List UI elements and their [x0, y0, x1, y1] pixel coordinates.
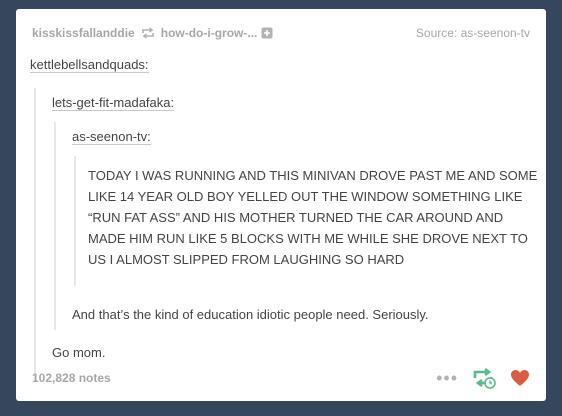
quote-user-3[interactable]: as-seenon-tv: — [72, 129, 151, 145]
plus-square-icon[interactable] — [261, 27, 273, 39]
reblog-icon[interactable] — [472, 367, 496, 389]
blockquote-border — [34, 88, 36, 382]
source-label: Source: — [415, 26, 458, 40]
blockquote-border — [74, 156, 76, 286]
post-header: kisskissfallanddie how-do-i-grow-... Sou… — [32, 26, 530, 42]
reblog-comment-1: Go mom. — [52, 345, 106, 360]
blockquote-border — [54, 122, 56, 330]
reblog-comment-2: And that’s the kind of education idiotic… — [72, 307, 429, 322]
reblogged-from-link[interactable]: how-do-i-grow-... — [161, 26, 258, 40]
original-post-text: TODAY I WAS RUNNING AND THIS MINIVAN DRO… — [88, 168, 538, 267]
quote-user-2[interactable]: lets-get-fit-madafaka: — [52, 95, 175, 111]
source-attribution: Source: as-seenon-tv — [416, 26, 530, 40]
reblog-trail: kisskissfallanddie how-do-i-grow-... — [32, 26, 273, 40]
heart-icon[interactable] — [510, 369, 530, 387]
post-card: kisskissfallanddie how-do-i-grow-... Sou… — [16, 9, 546, 401]
reblog-icon — [141, 27, 155, 39]
reblogger-link[interactable]: kisskissfallanddie — [32, 26, 135, 40]
quote-user-1[interactable]: kettlebellsandquads: — [30, 57, 149, 73]
source-link[interactable]: as-seenon-tv — [461, 26, 530, 40]
more-dots-icon[interactable]: ••• — [436, 369, 458, 387]
post-actions: ••• — [436, 367, 530, 389]
post-footer: 102,828 notes ••• — [32, 367, 530, 389]
notes-count[interactable]: 102,828 notes — [32, 371, 111, 385]
